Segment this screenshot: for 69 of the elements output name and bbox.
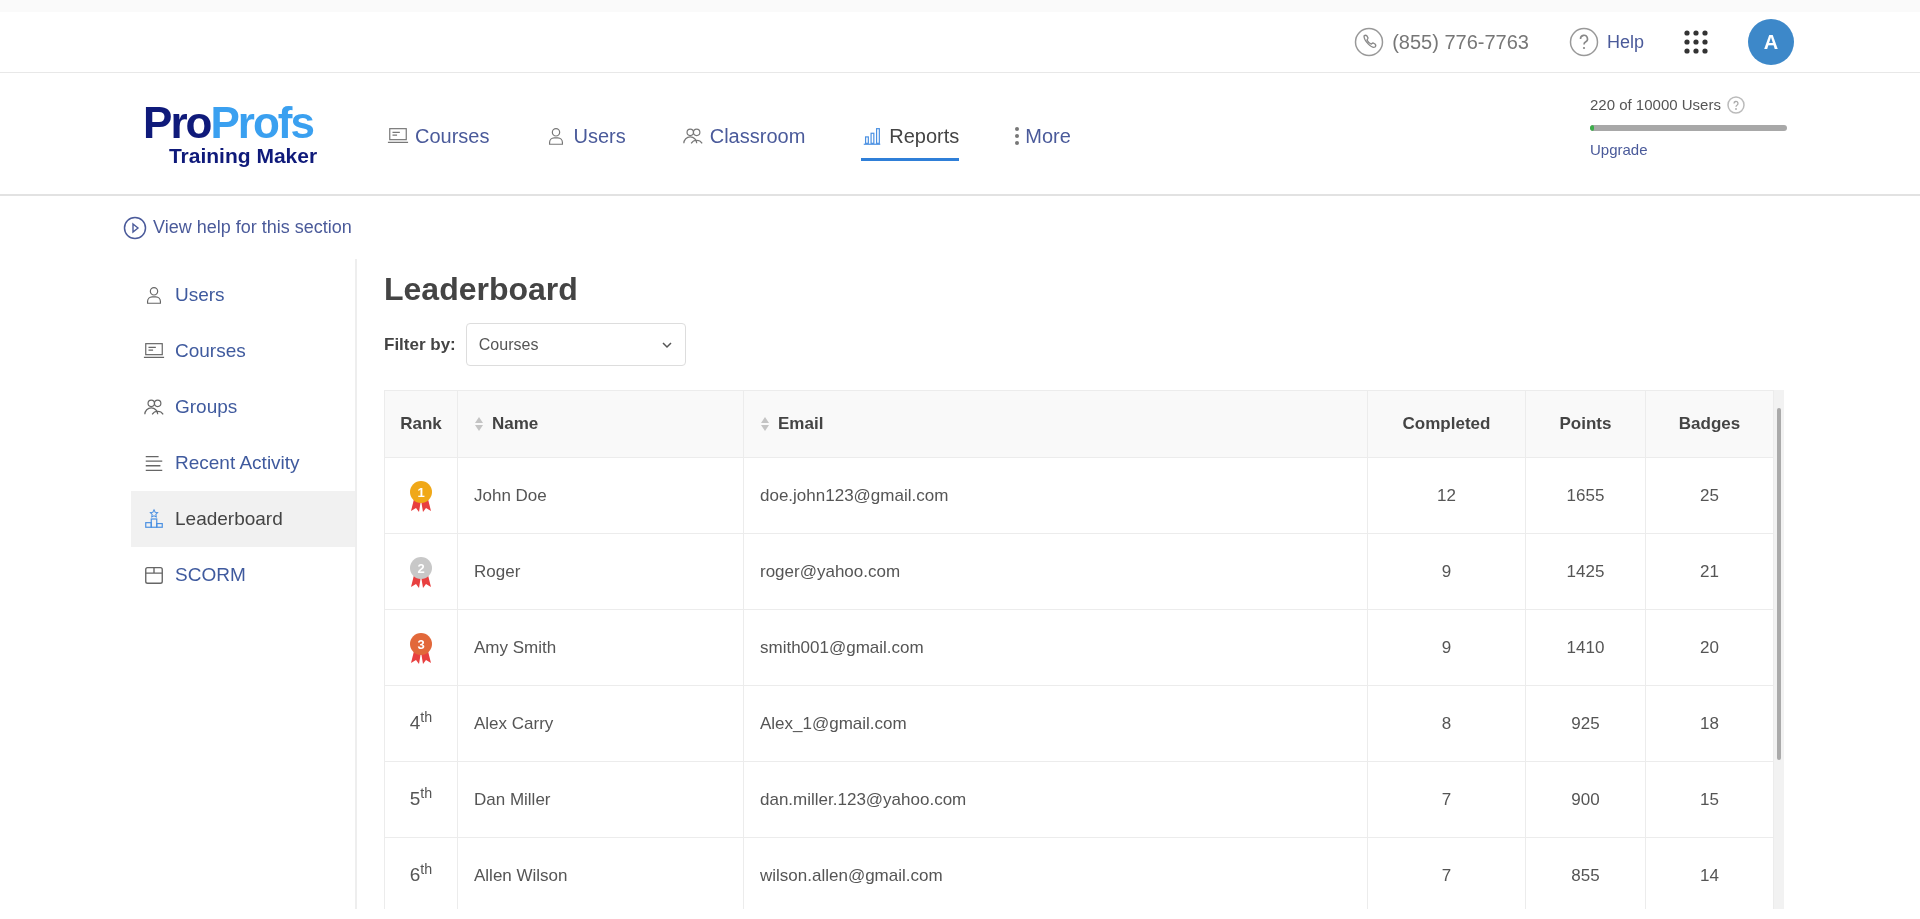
help-link[interactable]: Help xyxy=(1606,28,1644,56)
rank-cell: 5$^{th}$ xyxy=(384,761,458,838)
sort-icon[interactable] xyxy=(474,416,484,432)
phone-icon xyxy=(1354,27,1385,57)
info-icon[interactable] xyxy=(1726,96,1745,115)
table-cell: Alex Carry xyxy=(457,685,744,762)
user-avatar[interactable]: A xyxy=(1748,19,1794,65)
table-cell: doe.john123@gmail.com xyxy=(743,457,1368,534)
table-cell: smith001@gmail.com xyxy=(743,609,1368,686)
help-link[interactable]: View help for this section xyxy=(153,214,352,241)
table-cell: 925 xyxy=(1525,685,1646,762)
table-cell: Roger xyxy=(457,533,744,610)
table-cell: 9 xyxy=(1367,609,1526,686)
nav-tab[interactable]: More xyxy=(1015,114,1071,161)
column-header: Rank xyxy=(384,390,458,458)
help-icon[interactable] xyxy=(1568,27,1599,57)
table-cell: John Doe xyxy=(457,457,744,534)
table-cell: 900 xyxy=(1525,761,1646,838)
table-cell: 9 xyxy=(1367,533,1526,610)
column-header: Points xyxy=(1525,390,1646,458)
sidebar-item[interactable]: Courses xyxy=(131,323,355,379)
scrollbar[interactable] xyxy=(1774,390,1784,909)
sidebar-item[interactable]: SCORM xyxy=(131,547,355,603)
table-cell: 21 xyxy=(1645,533,1774,610)
column-header[interactable]: Name xyxy=(457,390,744,458)
table-cell: 20 xyxy=(1645,609,1774,686)
column-header: Badges xyxy=(1645,390,1774,458)
table-cell: 12 xyxy=(1367,457,1526,534)
table-cell: Amy Smith xyxy=(457,609,744,686)
vertical-dots-icon xyxy=(1015,127,1020,145)
sidebar-item[interactable]: Users xyxy=(131,267,355,323)
podium-icon xyxy=(143,508,165,530)
table-cell: 1425 xyxy=(1525,533,1646,610)
sidebar-item[interactable]: Groups xyxy=(131,379,355,435)
apps-grid-icon[interactable] xyxy=(1684,30,1708,54)
nav-tab[interactable]: Courses xyxy=(387,114,490,161)
sidebar-item[interactable]: Leaderboard xyxy=(131,491,355,547)
upgrade-link[interactable]: Upgrade xyxy=(1590,138,1790,161)
nav-tab[interactable]: Users xyxy=(545,114,626,161)
rank-cell: 6$^{th}$ xyxy=(384,837,458,909)
sidebar-item[interactable]: Recent Activity xyxy=(131,435,355,491)
nav-tab[interactable]: Classroom xyxy=(681,114,806,161)
phone-number: (855) 776-7763 xyxy=(1392,30,1529,55)
table-cell: 1410 xyxy=(1525,609,1646,686)
table-cell: 18 xyxy=(1645,685,1774,762)
table-cell: 15 xyxy=(1645,761,1774,838)
column-header: Completed xyxy=(1367,390,1526,458)
table-cell: Alex_1@gmail.com xyxy=(743,685,1368,762)
rank-cell: 4$^{th}$ xyxy=(384,685,458,762)
proprofs-logo[interactable]: ProProfs Training Maker xyxy=(127,101,329,166)
filter-dropdown[interactable]: Courses xyxy=(465,323,686,366)
people-icon xyxy=(143,396,165,418)
column-header[interactable]: Email xyxy=(743,390,1368,458)
table-cell: Dan Miller xyxy=(457,761,744,838)
chevron-down-icon xyxy=(660,340,673,349)
user-count: 220 of 10000 Users xyxy=(1590,95,1721,115)
box-icon xyxy=(143,564,165,586)
filter-label: Filter by: xyxy=(384,333,456,356)
table-cell: 25 xyxy=(1645,457,1774,534)
table-cell: 8 xyxy=(1367,685,1526,762)
table-cell: 1655 xyxy=(1525,457,1646,534)
table-cell: roger@yahoo.com xyxy=(743,533,1368,610)
nav-tab[interactable]: Reports xyxy=(861,114,960,161)
play-circle-icon[interactable] xyxy=(123,215,147,240)
table-cell: 7 xyxy=(1367,761,1526,838)
page-title: Leaderboard xyxy=(384,273,579,305)
table-cell: dan.miller.123@yahoo.com xyxy=(743,761,1368,838)
sort-icon[interactable] xyxy=(760,416,770,432)
people-icon xyxy=(681,125,704,147)
